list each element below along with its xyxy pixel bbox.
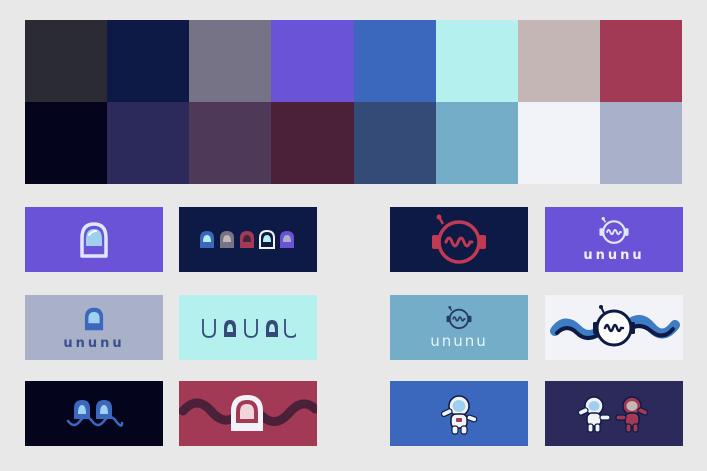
logo-card-radio-helmet-navy — [390, 207, 528, 272]
color-swatch — [189, 102, 272, 184]
ununu-wordmark: ununu — [430, 332, 488, 350]
logo-card-astronaut-pair-indigo — [545, 381, 683, 446]
radio-helmet-icon — [432, 214, 486, 264]
logo-card-helmet-letters-cyan — [179, 295, 317, 360]
color-swatch — [353, 102, 436, 184]
logo-card-twin-helmet-navy — [25, 381, 163, 446]
color-swatch — [599, 20, 682, 102]
logo-card-ununu-grey: ununu — [25, 295, 163, 360]
color-swatch — [435, 20, 518, 102]
logo-card-ununu-skyblue: ununu — [390, 295, 528, 360]
helmet-icon — [84, 307, 104, 331]
radio-helmet-icon — [446, 306, 472, 330]
astronaut-pair-icon — [577, 395, 649, 433]
wave-helmet-icon — [179, 395, 317, 431]
astronaut-icon — [440, 394, 478, 435]
color-palette — [25, 20, 682, 184]
wave-radio-helmet-icon — [550, 305, 680, 347]
logo-card-ununu-purple: ununu — [545, 207, 683, 272]
logo-card-wave-helmet-red — [179, 381, 317, 446]
color-swatch — [107, 102, 190, 184]
helmet-letters-icon — [202, 318, 296, 338]
logo-card-helmet-row-navy — [179, 207, 317, 272]
logo-card-helmet-purple — [25, 207, 163, 272]
color-swatch — [517, 102, 600, 184]
logo-card-astronaut-blue — [390, 381, 528, 446]
ununu-wordmark: ununu — [583, 248, 645, 263]
color-swatch — [517, 20, 600, 102]
twin-helmet-wave-icon — [66, 399, 124, 427]
logo-card-wave-radio-white — [545, 295, 683, 360]
color-swatch — [189, 20, 272, 102]
color-swatch — [107, 20, 190, 102]
helmet-icon — [80, 221, 108, 258]
radio-helmet-icon — [599, 217, 629, 244]
ununu-wordmark: ununu — [63, 336, 125, 351]
helmet-row-icon — [200, 229, 294, 249]
color-swatch — [25, 102, 108, 184]
color-swatch — [435, 102, 518, 184]
color-swatch — [599, 102, 682, 184]
color-swatch — [271, 20, 354, 102]
color-swatch — [353, 20, 436, 102]
color-swatch — [271, 102, 354, 184]
color-swatch — [25, 20, 108, 102]
